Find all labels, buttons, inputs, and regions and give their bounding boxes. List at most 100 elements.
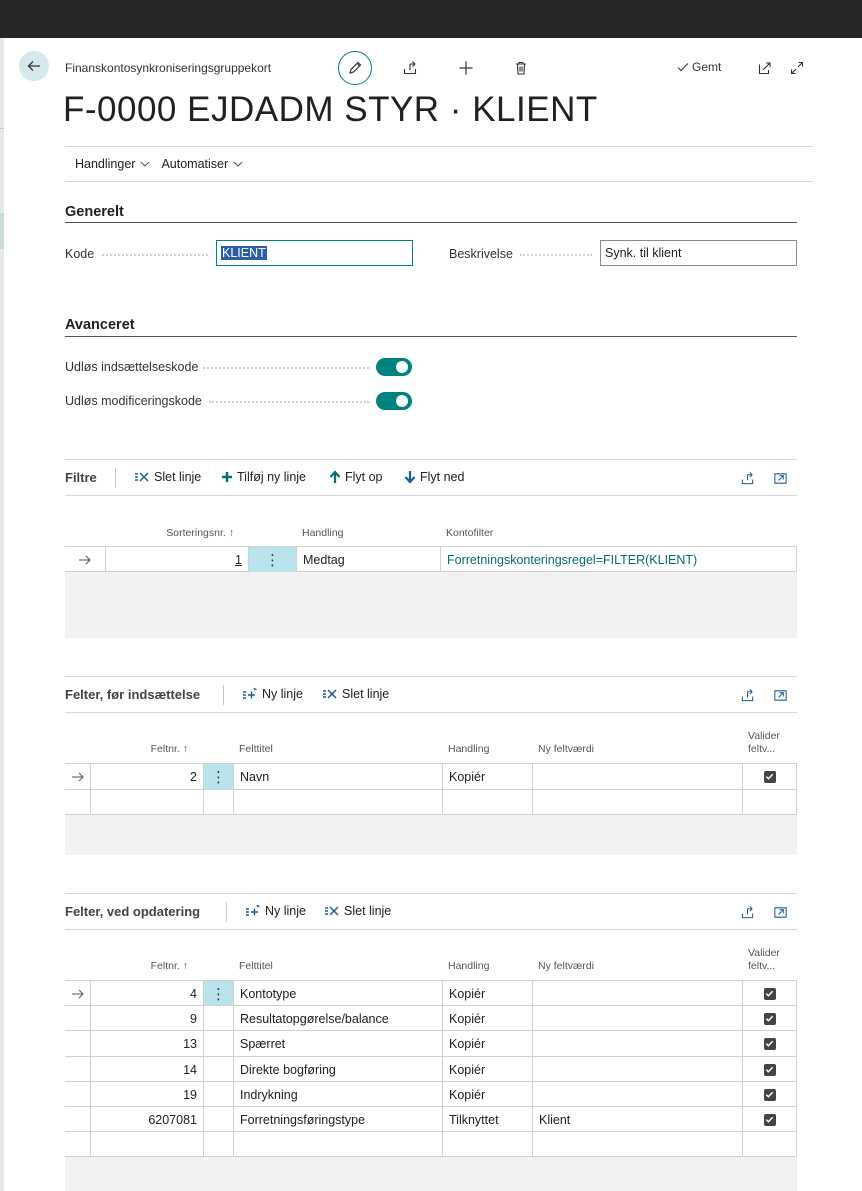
- table-row[interactable]: 1 ⋮ Medtag Forretningskonteringsregel=FI…: [65, 546, 797, 572]
- validate-cell[interactable]: [742, 1006, 797, 1031]
- new-line-button[interactable]: Ny linje: [245, 904, 306, 918]
- new-value-cell[interactable]: [532, 1057, 742, 1082]
- field-title-cell[interactable]: Kontotype: [233, 981, 442, 1006]
- delete-line-button[interactable]: Slet linje: [324, 904, 391, 918]
- menu-automate[interactable]: Automatiser: [161, 157, 244, 171]
- delete-line-button[interactable]: Slet linje: [322, 687, 389, 701]
- section-advanced-title[interactable]: Avanceret: [65, 317, 135, 333]
- field-no-cell[interactable]: 9: [90, 1006, 203, 1031]
- action-cell[interactable]: [442, 790, 532, 815]
- fields-insert-focus-button[interactable]: [771, 686, 789, 704]
- field-title-cell[interactable]: Forretningsføringstype: [233, 1107, 442, 1132]
- validate-cell[interactable]: [742, 1082, 797, 1107]
- field-no-cell[interactable]: 13: [90, 1031, 203, 1056]
- col-new-value[interactable]: Ny feltværdi: [538, 960, 594, 973]
- field-title-cell[interactable]: Indrykning: [233, 1082, 442, 1107]
- table-row[interactable]: 19 Indrykning Kopiér: [65, 1081, 797, 1107]
- action-cell[interactable]: Kopiér: [442, 764, 532, 789]
- validate-cell[interactable]: [742, 981, 797, 1006]
- new-value-cell[interactable]: [532, 1132, 742, 1157]
- new-value-cell[interactable]: [532, 790, 742, 815]
- validate-checkbox[interactable]: [763, 1113, 776, 1126]
- modify-trigger-toggle[interactable]: [376, 392, 412, 410]
- field-no-cell[interactable]: [90, 1132, 203, 1157]
- col-field-no[interactable]: Feltnr. ↑: [110, 960, 188, 973]
- move-up-button[interactable]: Flyt op: [329, 470, 383, 484]
- table-row[interactable]: 14 Direkte bogføring Kopiér: [65, 1056, 797, 1082]
- col-field-title[interactable]: Felttitel: [239, 960, 273, 973]
- col-action[interactable]: Handling: [448, 743, 489, 756]
- filters-title[interactable]: Filtre: [65, 470, 97, 485]
- new-line-button[interactable]: Ny linje: [242, 687, 303, 701]
- action-cell[interactable]: Kopiér: [442, 1057, 532, 1082]
- col-validate[interactable]: Valider feltv...: [748, 730, 780, 756]
- field-no-cell[interactable]: 14: [90, 1057, 203, 1082]
- sort-no-value[interactable]: 1: [235, 553, 242, 567]
- filters-share-button[interactable]: [738, 469, 756, 487]
- action-cell[interactable]: Tilknyttet: [442, 1107, 532, 1132]
- validate-checkbox[interactable]: [763, 1063, 776, 1076]
- expand-button[interactable]: [787, 58, 807, 78]
- move-down-button[interactable]: Flyt ned: [404, 470, 464, 484]
- table-row[interactable]: 9 Resultatopgørelse/balance Kopiér: [65, 1005, 797, 1031]
- validate-checkbox[interactable]: [763, 1012, 776, 1025]
- col-field-no[interactable]: Feltnr. ↑: [110, 743, 188, 756]
- action-cell[interactable]: [442, 1132, 532, 1157]
- field-title-cell[interactable]: Spærret: [233, 1031, 442, 1056]
- validate-cell[interactable]: [742, 790, 797, 815]
- new-value-cell[interactable]: [532, 1031, 742, 1056]
- action-cell[interactable]: Medtag: [296, 547, 440, 572]
- field-title-cell[interactable]: Resultatopgørelse/balance: [233, 1006, 442, 1031]
- validate-cell[interactable]: [742, 1107, 797, 1132]
- field-title-cell[interactable]: Navn: [233, 764, 442, 789]
- table-row[interactable]: 13 Spærret Kopiér: [65, 1030, 797, 1056]
- fields-insert-title[interactable]: Felter, før indsættelse: [65, 687, 200, 702]
- fields-update-title[interactable]: Felter, ved opdatering: [65, 904, 200, 919]
- new-value-cell[interactable]: [532, 1006, 742, 1031]
- new-value-cell[interactable]: Klient: [532, 1107, 742, 1132]
- edit-button[interactable]: [338, 51, 372, 85]
- table-row-empty[interactable]: [65, 1131, 797, 1157]
- col-new-value[interactable]: Ny feltværdi: [538, 743, 594, 756]
- delete-button[interactable]: [511, 58, 531, 78]
- fields-update-share-button[interactable]: [738, 903, 756, 921]
- action-cell[interactable]: Kopiér: [442, 1006, 532, 1031]
- new-value-cell[interactable]: [532, 1082, 742, 1107]
- table-row[interactable]: 4 ⋮ Kontotype Kopiér: [65, 980, 797, 1006]
- field-title-cell[interactable]: Direkte bogføring: [233, 1057, 442, 1082]
- insert-trigger-toggle[interactable]: [376, 358, 412, 376]
- fields-update-focus-button[interactable]: [771, 903, 789, 921]
- validate-cell[interactable]: [742, 764, 797, 789]
- add-line-button[interactable]: Tilføj ny linje: [221, 470, 306, 484]
- back-button[interactable]: [19, 51, 49, 81]
- validate-checkbox[interactable]: [763, 770, 776, 783]
- delete-line-button[interactable]: Slet linje: [134, 470, 201, 484]
- validate-cell[interactable]: [742, 1132, 797, 1157]
- filters-focus-button[interactable]: [771, 469, 789, 487]
- account-filter-cell[interactable]: Forretningskonteringsregel=FILTER(KLIENT…: [440, 547, 797, 572]
- field-title-cell[interactable]: [233, 790, 442, 815]
- row-menu-button[interactable]: ⋮: [203, 764, 233, 789]
- table-row[interactable]: 6207081 Forretningsføringstype Tilknyttet K…: [65, 1106, 797, 1132]
- table-row[interactable]: 2 ⋮ Navn Kopiér: [65, 763, 797, 789]
- col-sort-no[interactable]: Sorteringsnr. ↑: [150, 527, 234, 540]
- open-new-window-button[interactable]: [755, 58, 775, 78]
- col-account-filter[interactable]: Kontofilter: [446, 527, 493, 540]
- col-action[interactable]: Handling: [302, 527, 343, 540]
- validate-cell[interactable]: [742, 1031, 797, 1056]
- field-no-cell[interactable]: [90, 790, 203, 815]
- validate-checkbox[interactable]: [763, 1088, 776, 1101]
- validate-checkbox[interactable]: [763, 1037, 776, 1050]
- col-field-title[interactable]: Felttitel: [239, 743, 273, 756]
- new-value-cell[interactable]: [532, 764, 742, 789]
- new-button[interactable]: [456, 58, 476, 78]
- action-cell[interactable]: Kopiér: [442, 981, 532, 1006]
- action-cell[interactable]: Kopiér: [442, 1082, 532, 1107]
- sort-no-cell[interactable]: 1: [105, 547, 248, 572]
- col-action[interactable]: Handling: [448, 960, 489, 973]
- fields-insert-share-button[interactable]: [738, 686, 756, 704]
- row-menu-button[interactable]: ⋮: [203, 981, 233, 1006]
- share-button[interactable]: [400, 58, 420, 78]
- description-input[interactable]: Synk. til klient: [600, 240, 797, 266]
- field-no-cell[interactable]: 2: [90, 764, 203, 789]
